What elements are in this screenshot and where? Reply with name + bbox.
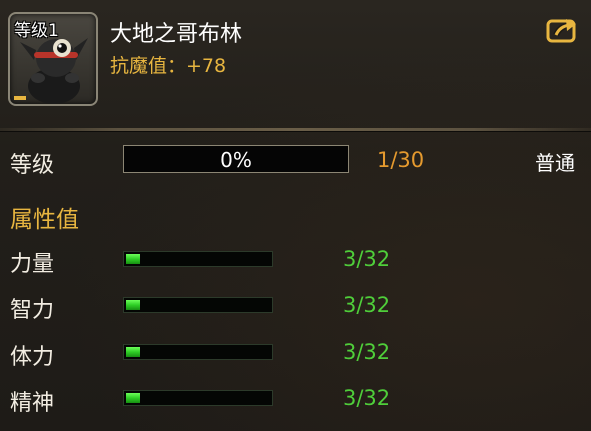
- level-progress-text: 0%: [220, 148, 252, 172]
- header-divider: [0, 128, 591, 131]
- attr-bar-spirit: [123, 390, 273, 406]
- attr-label-spirit: 精神: [10, 391, 55, 416]
- attr-value-stamina: 3/32: [343, 340, 391, 364]
- attr-bar-stamina: [123, 344, 273, 360]
- attr-fill-intelligence: [126, 300, 140, 310]
- attr-value-intelligence: 3/32: [343, 293, 391, 317]
- attr-label-stamina: 体力: [10, 345, 55, 370]
- attr-bar-strength: [123, 251, 273, 267]
- attributes-title: 属性值: [10, 207, 79, 233]
- attr-bar-intelligence: [123, 297, 273, 313]
- share-arrow-icon: [546, 19, 576, 43]
- level-progress-bar: 0%: [123, 145, 349, 173]
- item-detail-panel: 等级1 大地之哥布林 抗魔值：+78 等级 0% 1/30 普通 属性值 力量 …: [0, 0, 591, 431]
- attr-fill-strength: [126, 254, 140, 264]
- monster-portrait[interactable]: 等级1: [8, 12, 98, 106]
- attr-label-intelligence: 智力: [10, 298, 55, 323]
- attr-label-strength: 力量: [10, 252, 55, 277]
- level-count: 1/30: [377, 148, 425, 172]
- attr-fill-stamina: [126, 347, 140, 357]
- quality-label: 普通: [535, 151, 575, 175]
- attr-value-spirit: 3/32: [343, 386, 391, 410]
- share-button[interactable]: [546, 16, 578, 44]
- attr-fill-spirit: [126, 393, 140, 403]
- item-name: 大地之哥布林: [110, 22, 243, 47]
- attr-value-strength: 3/32: [343, 247, 391, 271]
- portrait-level-badge: 等级1: [14, 21, 59, 41]
- level-label: 等级: [10, 153, 55, 178]
- item-resist-stat: 抗魔值：+78: [110, 55, 227, 77]
